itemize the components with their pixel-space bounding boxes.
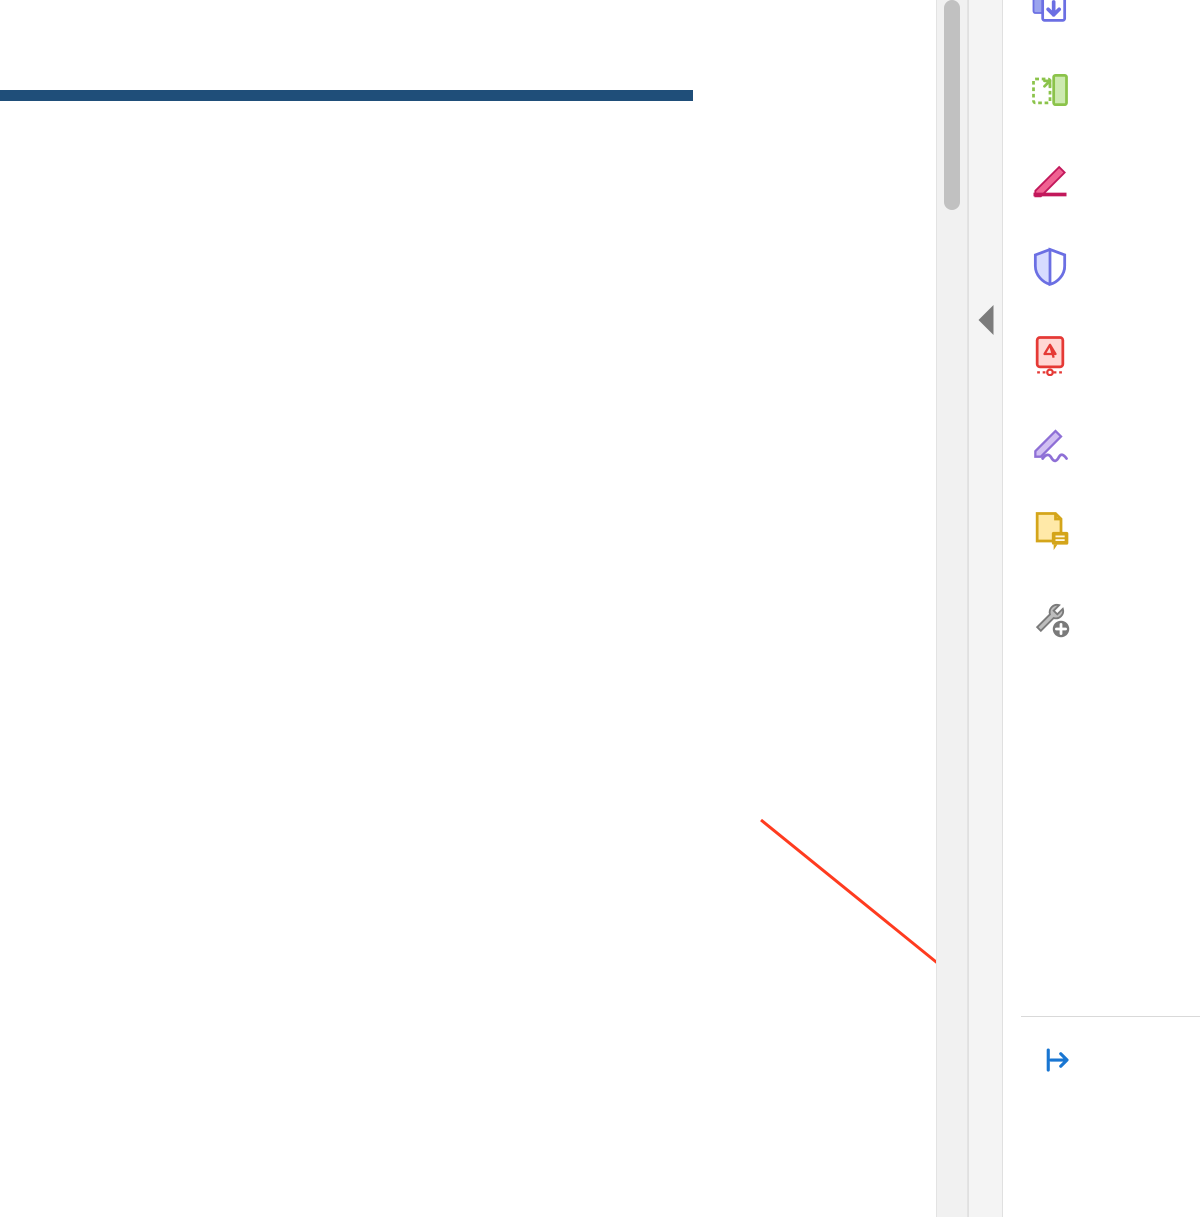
send-comments-icon bbox=[1028, 508, 1072, 557]
tool-protect[interactable] bbox=[1025, 224, 1075, 312]
content-horizontal-rule bbox=[0, 90, 693, 101]
tool-send-comments[interactable] bbox=[1025, 488, 1075, 576]
more-tools-icon bbox=[1028, 596, 1072, 645]
pane-gutter bbox=[968, 0, 1003, 1217]
tool-export-pdf[interactable] bbox=[1025, 0, 1075, 48]
fill-sign-icon bbox=[1028, 420, 1072, 469]
vertical-scrollbar-track[interactable] bbox=[936, 0, 968, 1217]
organize-pages-icon bbox=[1028, 68, 1072, 117]
collapse-sidebar-handle[interactable] bbox=[978, 305, 993, 335]
document-content[interactable] bbox=[0, 0, 936, 1217]
tool-adobe-sign[interactable] bbox=[1025, 312, 1075, 400]
vertical-scrollbar-thumb[interactable] bbox=[944, 0, 960, 210]
tool-sidebar bbox=[1003, 0, 1200, 1217]
export-pdf-icon bbox=[1028, 0, 1072, 29]
tool-fill-sign[interactable] bbox=[1025, 400, 1075, 488]
tool-edit-pdf[interactable] bbox=[1025, 136, 1075, 224]
shield-icon bbox=[1028, 244, 1072, 293]
tool-more-tools[interactable] bbox=[1025, 576, 1075, 664]
expand-right-icon bbox=[1042, 1045, 1072, 1080]
adobe-sign-icon bbox=[1028, 332, 1072, 381]
sidebar-divider bbox=[1021, 1016, 1200, 1017]
edit-pdf-icon bbox=[1028, 156, 1072, 205]
tool-organize-pages[interactable] bbox=[1025, 48, 1075, 136]
expand-sidebar-button[interactable] bbox=[1035, 1040, 1079, 1084]
